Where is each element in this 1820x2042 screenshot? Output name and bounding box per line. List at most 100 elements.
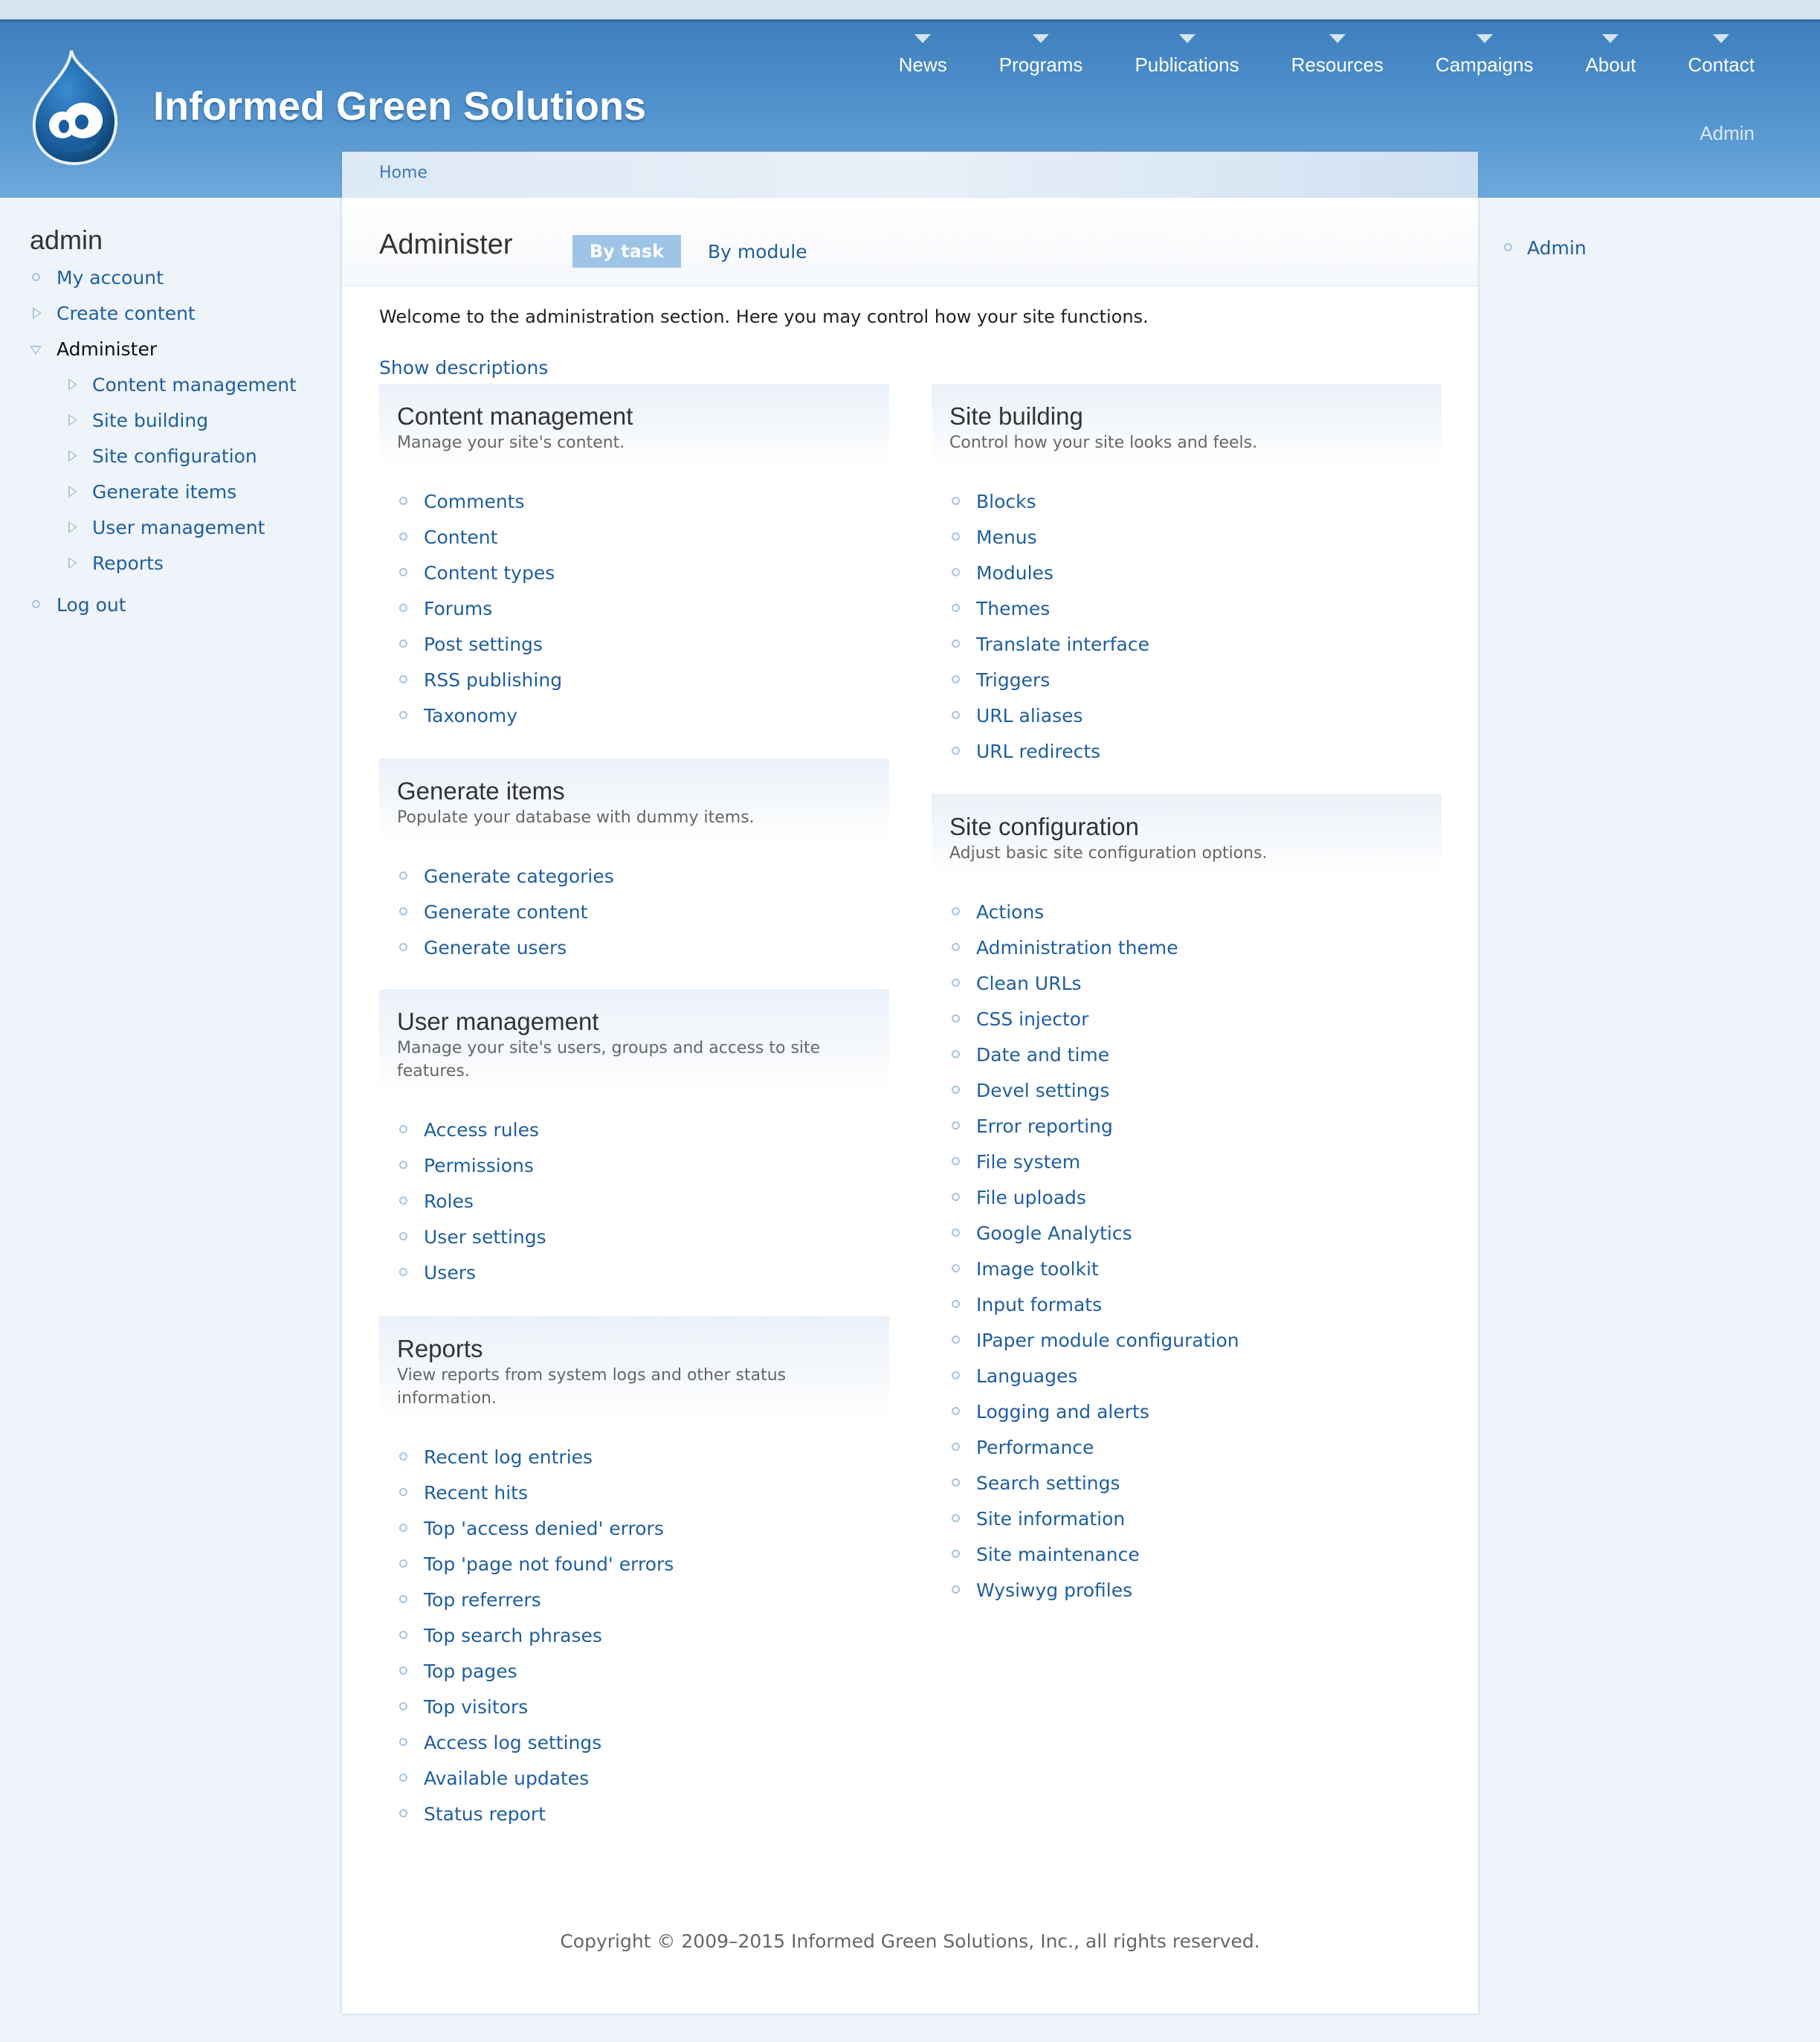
sidebar-item-site-configuration[interactable]: Site configuration xyxy=(30,439,327,474)
block-description: View reports from system logs and other … xyxy=(397,1366,787,1408)
admin-link-date-and-time[interactable]: Date and time xyxy=(949,1037,1442,1073)
block-description: Manage your site's content. xyxy=(397,434,625,452)
admin-link-languages[interactable]: Languages xyxy=(949,1359,1442,1394)
circle-bullet-icon xyxy=(399,943,407,951)
admin-link-status-report[interactable]: Status report xyxy=(397,1797,889,1832)
sidebar-item-site-building[interactable]: Site building xyxy=(30,403,327,439)
admin-link-search-settings[interactable]: Search settings xyxy=(949,1466,1442,1501)
admin-link-blocks[interactable]: Blocks xyxy=(949,484,1442,520)
admin-link-top-access-denied[interactable]: Top 'access denied' errors xyxy=(397,1511,889,1547)
nav-programs[interactable]: Programs xyxy=(999,34,1082,76)
admin-link-google-analytics[interactable]: Google Analytics xyxy=(949,1216,1442,1252)
admin-link-top-page-not-found[interactable]: Top 'page not found' errors xyxy=(397,1547,889,1582)
admin-link-modules[interactable]: Modules xyxy=(949,555,1442,591)
sidebar-item-my-account[interactable]: My account xyxy=(30,260,327,296)
breadcrumb-home[interactable]: Home xyxy=(379,164,427,182)
admin-link-top-pages[interactable]: Top pages xyxy=(397,1654,889,1690)
link-label: Recent log entries xyxy=(424,1446,593,1468)
admin-link-logging-and-alerts[interactable]: Logging and alerts xyxy=(949,1394,1442,1430)
admin-link-roles[interactable]: Roles xyxy=(397,1184,889,1220)
sidebar-item-label: User management xyxy=(92,517,265,538)
nav-news[interactable]: News xyxy=(899,34,947,76)
admin-link-clean-urls[interactable]: Clean URLs xyxy=(949,966,1442,1002)
admin-link-top-referrers[interactable]: Top referrers xyxy=(397,1582,889,1618)
right-sidebar-item-admin[interactable]: Admin xyxy=(1502,231,1587,266)
block-reports: Reports View reports from system logs an… xyxy=(379,1316,889,1832)
link-label: Performance xyxy=(976,1437,1094,1458)
admin-link-post-settings[interactable]: Post settings xyxy=(397,627,889,663)
circle-bullet-icon xyxy=(952,1228,960,1237)
circle-bullet-icon xyxy=(952,711,960,719)
admin-link-generate-users[interactable]: Generate users xyxy=(397,930,889,966)
admin-link-generate-content[interactable]: Generate content xyxy=(397,895,889,930)
admin-link-available-updates[interactable]: Available updates xyxy=(397,1761,889,1797)
admin-link-file-system[interactable]: File system xyxy=(949,1144,1442,1180)
admin-link-performance[interactable]: Performance xyxy=(949,1430,1442,1466)
admin-link-image-toolkit[interactable]: Image toolkit xyxy=(949,1252,1442,1287)
admin-link-user-settings[interactable]: User settings xyxy=(397,1220,889,1255)
nav-publications[interactable]: Publications xyxy=(1135,34,1239,76)
secondary-nav-admin[interactable]: Admin xyxy=(1700,122,1755,145)
admin-link-rss-publishing[interactable]: RSS publishing xyxy=(397,663,889,698)
admin-link-devel-settings[interactable]: Devel settings xyxy=(949,1073,1442,1109)
admin-link-file-uploads[interactable]: File uploads xyxy=(949,1180,1442,1216)
circle-bullet-icon xyxy=(399,497,407,505)
admin-link-error-reporting[interactable]: Error reporting xyxy=(949,1109,1442,1144)
admin-link-actions[interactable]: Actions xyxy=(949,895,1442,930)
sidebar-item-create-content[interactable]: Create content xyxy=(30,296,327,332)
admin-link-ipaper-module-configuration[interactable]: IPaper module configuration xyxy=(949,1323,1442,1359)
nav-contact[interactable]: Contact xyxy=(1688,34,1755,76)
admin-link-wysiwyg-profiles[interactable]: Wysiwyg profiles xyxy=(949,1573,1442,1608)
admin-link-permissions[interactable]: Permissions xyxy=(397,1148,889,1184)
sidebar-item-administer[interactable]: Administer xyxy=(30,332,327,367)
show-descriptions-link[interactable]: Show descriptions xyxy=(379,357,548,379)
breadcrumb-bar: Home xyxy=(342,152,1478,199)
admin-link-access-rules[interactable]: Access rules xyxy=(397,1112,889,1148)
admin-link-comments[interactable]: Comments xyxy=(397,484,889,520)
admin-link-themes[interactable]: Themes xyxy=(949,591,1442,627)
admin-link-recent-log-entries[interactable]: Recent log entries xyxy=(397,1440,889,1475)
admin-link-translate-interface[interactable]: Translate interface xyxy=(949,627,1442,663)
admin-link-url-redirects[interactable]: URL redirects xyxy=(949,734,1442,770)
link-label: User settings xyxy=(424,1226,546,1248)
admin-link-administration-theme[interactable]: Administration theme xyxy=(949,930,1442,966)
block-user-management: User management Manage your site's users… xyxy=(379,989,889,1291)
sidebar-item-content-management[interactable]: Content management xyxy=(30,367,327,403)
admin-link-generate-categories[interactable]: Generate categories xyxy=(397,859,889,895)
admin-link-site-maintenance[interactable]: Site maintenance xyxy=(949,1537,1442,1573)
admin-link-access-log-settings[interactable]: Access log settings xyxy=(397,1725,889,1761)
circle-bullet-icon xyxy=(952,943,960,951)
admin-link-recent-hits[interactable]: Recent hits xyxy=(397,1475,889,1511)
sidebar-item-log-out[interactable]: Log out xyxy=(30,587,327,623)
link-label: Top referrers xyxy=(424,1589,541,1611)
sidebar-item-user-management[interactable]: User management xyxy=(30,510,327,546)
nav-campaigns[interactable]: Campaigns xyxy=(1436,34,1533,76)
admin-link-css-injector[interactable]: CSS injector xyxy=(949,1002,1442,1037)
admin-link-users[interactable]: Users xyxy=(397,1255,889,1291)
admin-link-taxonomy[interactable]: Taxonomy xyxy=(397,698,889,734)
block-generate-items: Generate items Populate your database wi… xyxy=(379,758,889,966)
admin-link-content-types[interactable]: Content types xyxy=(397,555,889,591)
link-label: Languages xyxy=(976,1365,1078,1387)
admin-link-top-visitors[interactable]: Top visitors xyxy=(397,1690,889,1725)
sidebar-item-reports[interactable]: Reports xyxy=(30,546,327,582)
circle-bullet-icon xyxy=(952,1585,960,1594)
tab-by-module[interactable]: By module xyxy=(708,241,807,263)
title-bar: Administer By task By module xyxy=(342,198,1478,286)
admin-link-triggers[interactable]: Triggers xyxy=(949,663,1442,698)
tab-by-task[interactable]: By task xyxy=(572,235,681,268)
nav-resources[interactable]: Resources xyxy=(1291,34,1384,76)
site-name[interactable]: Informed Green Solutions xyxy=(153,83,646,129)
admin-link-input-formats[interactable]: Input formats xyxy=(949,1287,1442,1323)
sidebar-item-generate-items[interactable]: Generate items xyxy=(30,474,327,510)
admin-link-site-information[interactable]: Site information xyxy=(949,1501,1442,1537)
admin-link-menus[interactable]: Menus xyxy=(949,520,1442,555)
nav-about[interactable]: About xyxy=(1585,34,1636,76)
admin-link-content[interactable]: Content xyxy=(397,520,889,555)
admin-link-forums[interactable]: Forums xyxy=(397,591,889,627)
circle-bullet-icon xyxy=(952,675,960,683)
circle-bullet-icon xyxy=(399,1595,407,1603)
drupal-drop-logo-icon[interactable] xyxy=(28,48,125,167)
admin-link-top-search-phrases[interactable]: Top search phrases xyxy=(397,1618,889,1654)
admin-link-url-aliases[interactable]: URL aliases xyxy=(949,698,1442,734)
